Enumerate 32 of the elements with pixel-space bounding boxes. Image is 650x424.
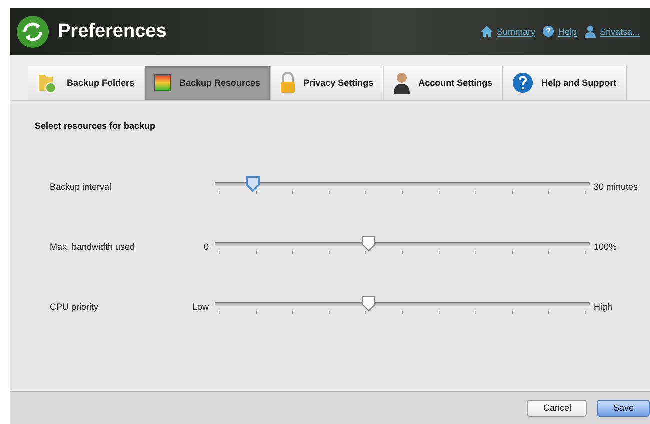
- tab[interactable]: Privacy Settings: [270, 66, 384, 100]
- min-label: 0: [202, 242, 210, 252]
- help-icon: [512, 72, 534, 94]
- header-link[interactable]: Summary: [496, 26, 536, 36]
- color-meter-icon: [154, 74, 172, 92]
- min-label: Low: [191, 302, 210, 312]
- tab[interactable]: Help and Support: [502, 66, 627, 100]
- lock-icon: [280, 72, 296, 94]
- slider-thumb[interactable]: [362, 296, 376, 312]
- tab[interactable]: Backup Folders: [28, 66, 145, 100]
- slider-label: Max. bandwidth used: [49, 242, 136, 252]
- header-link[interactable]: Help: [558, 26, 577, 36]
- save-button[interactable]: Save: [597, 400, 650, 416]
- folder-icon: [37, 72, 59, 94]
- window-title: Preferences: [58, 20, 168, 42]
- help-icon: [543, 26, 554, 37]
- max-label: 100%: [593, 242, 618, 252]
- person-icon: [392, 72, 411, 94]
- max-label: 30 minutes: [593, 182, 640, 192]
- slider-label: Backup interval: [49, 182, 113, 192]
- user-icon: [584, 26, 596, 38]
- header-link[interactable]: Srivatsa...: [600, 26, 640, 36]
- home-icon: [480, 26, 493, 37]
- tab[interactable]: Account Settings: [384, 66, 503, 100]
- cancel-button[interactable]: Cancel: [527, 400, 588, 416]
- slider-thumb[interactable]: [246, 176, 260, 192]
- slider-label: CPU priority: [49, 302, 100, 312]
- max-label: High: [593, 302, 614, 312]
- slider-thumb[interactable]: [362, 236, 376, 252]
- section-title: Select resources for backup: [35, 121, 157, 131]
- sync-logo-icon: [16, 14, 50, 48]
- tab[interactable]: Backup Resources: [144, 66, 271, 100]
